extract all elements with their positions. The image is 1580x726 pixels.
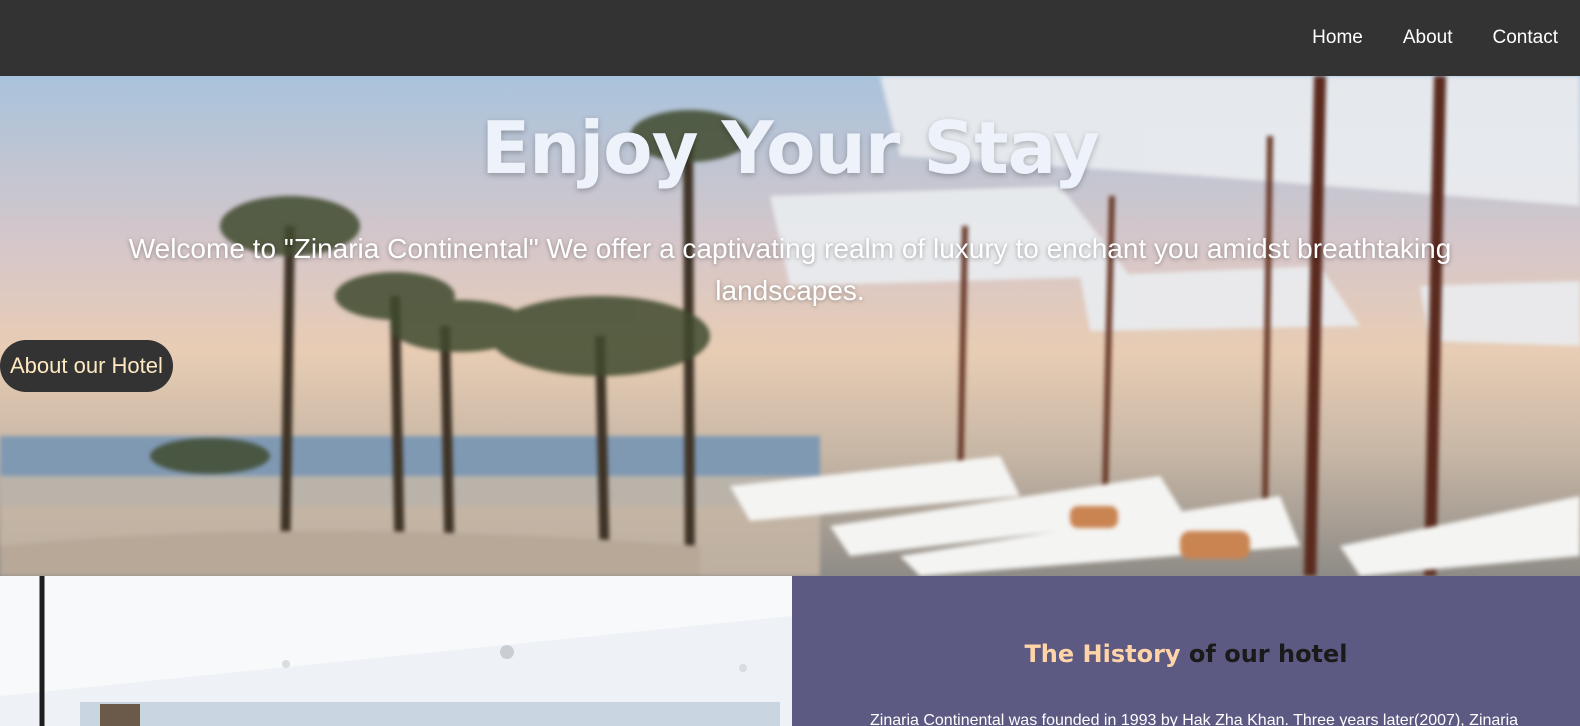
- history-title-accent: The History: [1024, 640, 1181, 668]
- about-hotel-button[interactable]: About our Hotel: [0, 340, 173, 392]
- history-title-rest: of our hotel: [1180, 640, 1348, 668]
- nav-link-contact[interactable]: Contact: [1493, 27, 1558, 49]
- nav-link-home[interactable]: Home: [1312, 27, 1363, 49]
- room-illustration: [0, 576, 792, 726]
- hero-section: Enjoy Your Stay Welcome to "Zinaria Cont…: [0, 76, 1580, 576]
- nav-links: Home About Contact: [1312, 0, 1558, 76]
- history-body-text: Zinaria Continental was founded in 1993 …: [870, 712, 1519, 726]
- hero-title: Enjoy Your Stay: [481, 106, 1100, 190]
- hero-welcome-text: Welcome to "Zinaria Continental" We offe…: [128, 233, 1452, 306]
- room-image: [0, 576, 792, 726]
- history-title: The History of our hotel: [792, 640, 1580, 668]
- nav-link-about[interactable]: About: [1403, 27, 1453, 49]
- history-panel: The History of our hotel Zinaria Contine…: [792, 576, 1580, 726]
- top-navbar: Home About Contact: [0, 0, 1580, 76]
